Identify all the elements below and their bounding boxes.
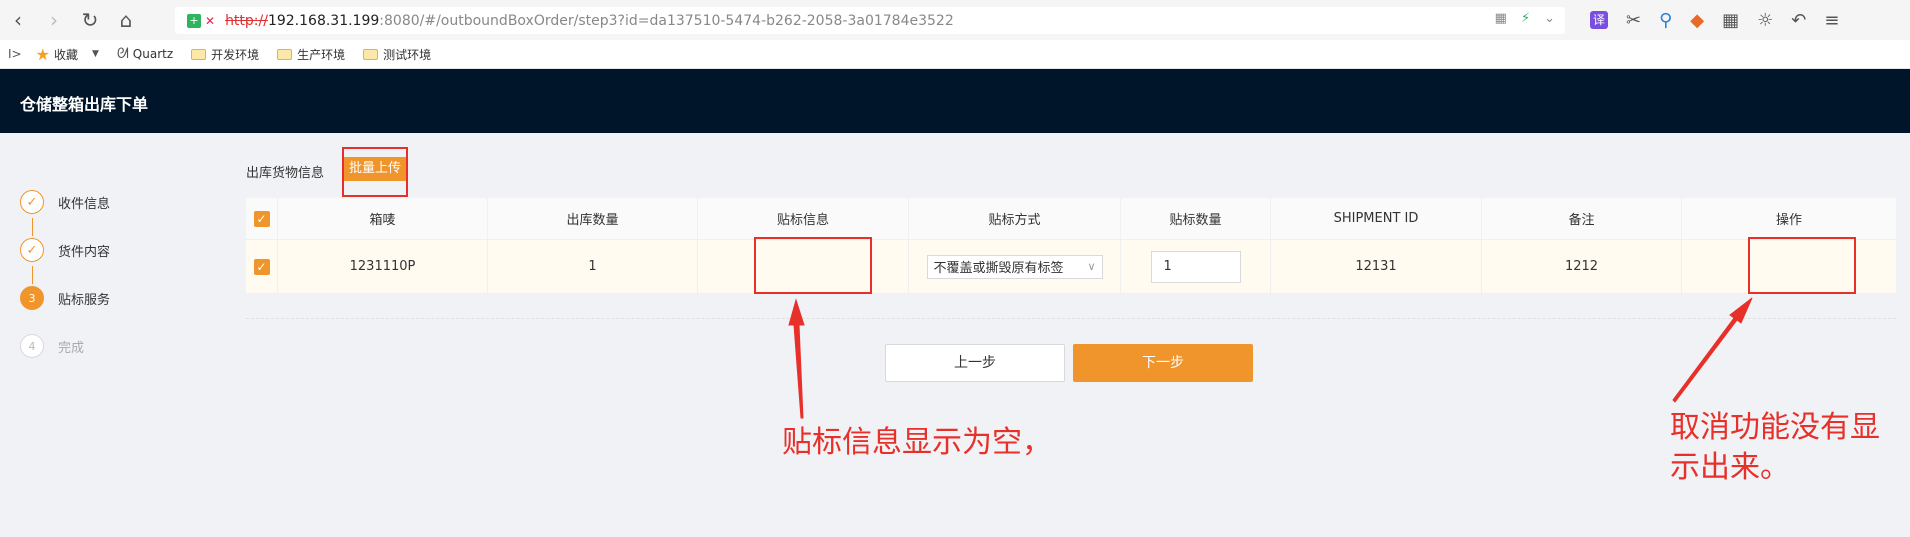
chevron-down-icon: ∨ bbox=[1087, 260, 1096, 273]
step-label: 贴标服务 bbox=[58, 292, 111, 308]
arrow-action bbox=[1672, 297, 1753, 403]
search-icon[interactable]: ⚲ bbox=[1659, 10, 1672, 31]
row-checkbox[interactable]: ✓ bbox=[253, 258, 270, 275]
app-header: 仓储整箱出库下单 bbox=[0, 69, 1910, 133]
star-icon: ★ bbox=[35, 44, 50, 64]
browser-toolbar: ‹ › ↻ ⌂ + ✕ http:// 192.168.31.199 :8080… bbox=[0, 0, 1910, 40]
section-title: 出库货物信息 bbox=[246, 166, 325, 181]
quartz-icon: ᘛ bbox=[116, 46, 129, 62]
bookmark-label: 生产环境 bbox=[297, 47, 346, 62]
table-row: ✓ 1231110P 1 不覆盖或撕毁原有标签 ∨ 1 12131 1212 bbox=[246, 240, 1896, 294]
not-secure-icon: ✕ bbox=[205, 13, 216, 28]
label-qty-input[interactable]: 1 bbox=[1150, 250, 1241, 283]
column-header: 备注 bbox=[1482, 198, 1682, 239]
step-number: 3 bbox=[20, 286, 44, 310]
brightness-icon[interactable]: ☼ bbox=[1757, 10, 1773, 31]
bookmark-label: Quartz bbox=[132, 47, 174, 61]
bookmark-test-env[interactable]: 测试环境 bbox=[363, 46, 431, 63]
cell-box-mark: 1231110P bbox=[278, 240, 488, 293]
column-header: SHIPMENT ID bbox=[1271, 198, 1482, 239]
folder-icon bbox=[277, 48, 293, 60]
reload-icon[interactable]: ↻ bbox=[72, 0, 108, 40]
chevron-down-icon[interactable]: ⌄ bbox=[1544, 11, 1555, 26]
bookmark-dev-env[interactable]: 开发环境 bbox=[191, 46, 259, 63]
bookmarks-bar: I> ★ 收藏 ▼ ᘛ Quartz 开发环境 生产环境 测试环境 bbox=[0, 40, 1910, 69]
table-header: ✓ 箱唛 出库数量 贴标信息 贴标方式 贴标数量 SHIPMENT ID 备注 … bbox=[246, 198, 1896, 240]
step-label: 收件信息 bbox=[58, 196, 111, 212]
menu-icon[interactable]: ≡ bbox=[1824, 10, 1839, 31]
bookmark-prod-env[interactable]: 生产环境 bbox=[277, 46, 345, 63]
home-icon[interactable]: ⌂ bbox=[108, 0, 144, 40]
address-bar[interactable]: + ✕ http:// 192.168.31.199 :8080/#/outbo… bbox=[175, 7, 1565, 34]
scissors-icon[interactable]: ✂ bbox=[1626, 10, 1641, 31]
address-bar-actions: ▦ ⚡ ⌄ bbox=[1495, 11, 1555, 26]
folder-icon bbox=[191, 48, 207, 60]
bolt-icon[interactable]: ⚡ bbox=[1521, 11, 1530, 26]
annotation-cancel-missing: 取消功能没有显示出来。 bbox=[1670, 410, 1880, 485]
step-connector bbox=[32, 266, 33, 284]
sidebar-toggle-icon[interactable]: I> bbox=[8, 47, 22, 61]
column-header: 贴标方式 bbox=[909, 198, 1121, 239]
step-label: 货件内容 bbox=[58, 244, 111, 260]
divider bbox=[246, 318, 1896, 319]
forward-icon[interactable]: › bbox=[36, 0, 72, 40]
step-label: 完成 bbox=[58, 340, 85, 356]
bookmark-label: 开发环境 bbox=[211, 47, 260, 62]
column-header: 箱唛 bbox=[278, 198, 488, 239]
cell-outbound-qty: 1 bbox=[488, 240, 698, 293]
check-icon: ✓ bbox=[20, 238, 44, 262]
annotation-label-empty: 贴标信息显示为空， bbox=[782, 425, 1052, 460]
label-method-value: 不覆盖或撕毁原有标签 bbox=[933, 261, 1064, 276]
column-header: 出库数量 bbox=[488, 198, 698, 239]
cell-label-qty: 1 bbox=[1121, 240, 1271, 293]
annotation-box-upload bbox=[342, 147, 408, 197]
header-select-cell: ✓ bbox=[246, 198, 278, 239]
bookmark-quartz[interactable]: ᘛ Quartz bbox=[117, 46, 173, 62]
caret-down-icon: ▼ bbox=[91, 49, 99, 59]
url-scheme: http:// bbox=[225, 12, 268, 29]
browser-tools: 译 ✂ ⚲ ◆ ▦ ☼ ↶ ≡ bbox=[1590, 0, 1839, 40]
cell-shipment-id: 12131 bbox=[1271, 240, 1482, 293]
bookmark-label: 收藏 bbox=[53, 47, 78, 62]
check-icon: ✓ bbox=[20, 190, 44, 214]
column-header: 贴标信息 bbox=[698, 198, 909, 239]
gamepad-icon[interactable]: ◆ bbox=[1690, 10, 1704, 31]
column-header: 操作 bbox=[1775, 213, 1802, 228]
cell-label-method: 不覆盖或撕毁原有标签 ∨ bbox=[909, 240, 1121, 293]
undo-icon[interactable]: ↶ bbox=[1791, 10, 1806, 31]
bookmark-favorites[interactable]: ★ 收藏 ▼ bbox=[36, 45, 99, 64]
url-path: :8080/#/outboundBoxOrder/step3?id=da1375… bbox=[379, 12, 954, 29]
step-shipment-content: ✓ 货件内容 bbox=[20, 238, 110, 262]
back-icon[interactable]: ‹ bbox=[0, 0, 36, 40]
cell-remark: 1212 bbox=[1482, 240, 1682, 293]
grid-icon[interactable]: ▦ bbox=[1722, 10, 1739, 31]
annotation-box-action bbox=[1748, 237, 1856, 294]
previous-step-button[interactable]: 上一步 bbox=[885, 344, 1065, 382]
step-receiver-info: ✓ 收件信息 bbox=[20, 190, 110, 214]
step-complete: 4 完成 bbox=[20, 334, 84, 358]
row-select-cell: ✓ bbox=[246, 240, 278, 293]
step-label-service: 3 贴标服务 bbox=[20, 286, 110, 310]
step-number: 4 bbox=[20, 334, 44, 358]
outbound-goods-table: ✓ 箱唛 出库数量 贴标信息 贴标方式 贴标数量 SHIPMENT ID 备注 … bbox=[246, 198, 1896, 294]
next-step-button[interactable]: 下一步 bbox=[1073, 344, 1253, 382]
bookmark-label: 测试环境 bbox=[383, 47, 432, 62]
url-host: 192.168.31.199 bbox=[267, 12, 380, 29]
select-all-checkbox[interactable]: ✓ bbox=[253, 210, 270, 227]
page-title: 仓储整箱出库下单 bbox=[20, 95, 149, 114]
translate-icon[interactable]: 译 bbox=[1590, 11, 1608, 29]
column-header: 贴标数量 bbox=[1121, 198, 1271, 239]
qr-icon[interactable]: ▦ bbox=[1495, 11, 1507, 26]
label-method-select[interactable]: 不覆盖或撕毁原有标签 ∨ bbox=[926, 254, 1103, 279]
step-connector bbox=[32, 218, 33, 236]
annotation-box-label-info bbox=[754, 237, 872, 294]
site-shield-icon: + bbox=[187, 13, 201, 28]
folder-icon bbox=[363, 48, 379, 60]
